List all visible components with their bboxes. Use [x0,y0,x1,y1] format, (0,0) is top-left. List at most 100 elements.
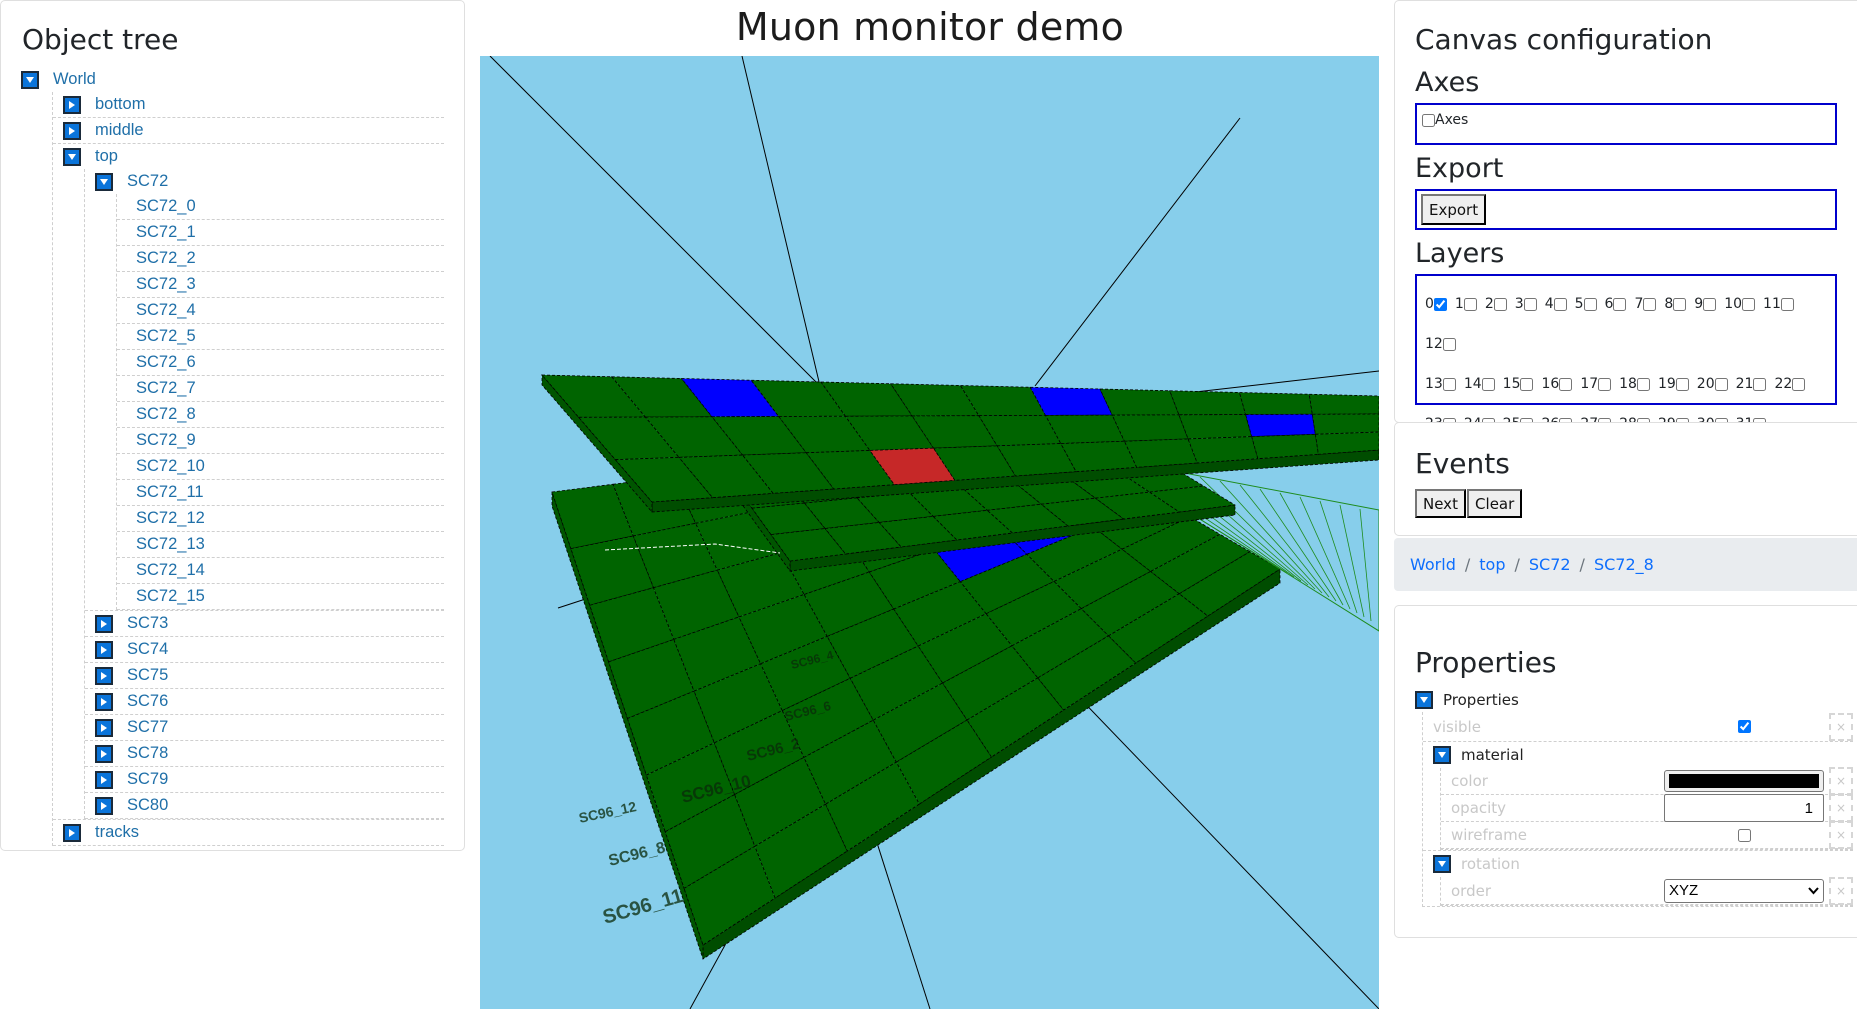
wireframe-checkbox[interactable] [1737,828,1751,842]
tree-node-label[interactable]: SC72 [127,172,168,191]
clear-events-button[interactable]: Clear [1467,489,1523,518]
layer-checkbox[interactable] [1780,297,1794,311]
tree-row[interactable]: World [21,67,444,92]
next-event-button[interactable]: Next [1415,489,1466,518]
expanded-toggle-icon[interactable] [1433,855,1451,873]
tree-row[interactable]: SC72_2 [117,246,444,271]
3d-scene[interactable]: SC96_12SC96_8SC96_10SC96_2SC96_4SC96_6SC… [480,56,1379,1009]
tree-leaf-label[interactable]: SC72_5 [136,327,196,346]
tree-row[interactable]: SC72_11 [117,480,444,505]
layer-checkbox[interactable] [1753,377,1767,391]
color-picker[interactable] [1664,770,1824,792]
clear-visible-icon[interactable]: × [1829,712,1853,741]
clear-order-icon[interactable]: × [1829,876,1853,905]
layer-checkbox[interactable] [1520,377,1534,391]
clear-color-icon[interactable]: × [1829,767,1853,795]
tree-row[interactable]: SC72_10 [117,454,444,479]
layer-checkbox[interactable] [1583,297,1597,311]
tree-row[interactable]: SC72_15 [117,584,444,609]
tree-row[interactable]: bottom [53,92,444,117]
visible-checkbox[interactable] [1737,720,1751,733]
breadcrumb-item[interactable]: World [1410,555,1456,574]
clear-opacity-icon[interactable]: × [1829,794,1853,822]
layer-checkbox[interactable] [1703,297,1717,311]
layer-checkbox[interactable] [1742,297,1756,311]
3d-viewport[interactable]: SC96_12 SC96_8 SC96_10 SC96_2 SC96_4 SC96_6 SC… [480,56,1379,1009]
tree-leaf-label[interactable]: SC72_8 [136,405,196,424]
axes-checkbox[interactable] [1422,114,1435,127]
tree-leaf-label[interactable]: SC72_15 [136,587,205,606]
layer-checkbox[interactable] [1636,377,1650,391]
collapsed-toggle-icon[interactable] [95,744,113,763]
layer-checkbox[interactable] [1523,297,1537,311]
layer-checkbox[interactable] [1481,377,1495,391]
tree-node-label[interactable]: SC80 [127,796,168,815]
tree-leaf-label[interactable]: SC72_0 [136,197,196,216]
layer-checkbox[interactable] [1792,377,1806,391]
tree-leaf-label[interactable]: SC72_4 [136,301,196,320]
tree-row[interactable]: SC72_9 [117,428,444,453]
layer-checkbox[interactable] [1675,377,1689,391]
tree-leaf-label[interactable]: SC72_11 [136,483,204,502]
layer-checkbox[interactable] [1442,377,1456,391]
collapsed-toggle-icon[interactable] [63,823,81,842]
tree-node-label[interactable]: SC75 [127,666,168,685]
tree-row[interactable]: SC72_5 [117,324,444,349]
tree-row[interactable]: SC72_14 [117,558,444,583]
tree-row[interactable]: SC72_4 [117,298,444,323]
layer-checkbox[interactable] [1673,297,1687,311]
tree-node-label[interactable]: SC79 [127,770,168,789]
tree-row[interactable]: top [53,144,444,169]
collapsed-toggle-icon[interactable] [95,614,113,633]
tree-row[interactable]: SC76 [85,689,444,714]
rotation-group-header[interactable]: rotation [1433,851,1853,877]
tree-row[interactable]: SC73 [85,611,444,636]
tree-row[interactable]: SC80 [85,793,444,818]
expanded-toggle-icon[interactable] [1415,691,1433,709]
tree-leaf-label[interactable]: SC72_2 [136,249,196,268]
tree-row[interactable]: SC72_6 [117,350,444,375]
tree-row[interactable]: SC72_12 [117,506,444,531]
tree-row[interactable]: SC72_1 [117,220,444,245]
tree-row[interactable]: middle [53,118,444,143]
tree-node-label[interactable]: SC76 [127,692,168,711]
expanded-toggle-icon[interactable] [21,70,39,89]
layer-checkbox[interactable] [1463,297,1477,311]
layer-checkbox[interactable] [1493,297,1507,311]
breadcrumb-item[interactable]: SC72_8 [1594,555,1654,574]
tree-row[interactable]: SC72_0 [117,194,444,219]
expanded-toggle-icon[interactable] [1433,746,1451,764]
tree-leaf-label[interactable]: SC72_10 [136,457,205,476]
collapsed-toggle-icon[interactable] [95,640,113,659]
material-group-header[interactable]: material [1433,742,1853,768]
tree-leaf-label[interactable]: SC72_12 [136,509,205,528]
collapsed-toggle-icon[interactable] [95,666,113,685]
breadcrumb-item[interactable]: top [1479,555,1505,574]
tree-row[interactable]: SC78 [85,741,444,766]
tree-leaf-label[interactable]: SC72_1 [136,223,196,242]
collapsed-toggle-icon[interactable] [95,718,113,737]
tree-node-label[interactable]: SC74 [127,640,168,659]
tree-row[interactable]: SC72_13 [117,532,444,557]
expanded-toggle-icon[interactable] [95,172,113,191]
tree-leaf-label[interactable]: SC72_7 [136,379,196,398]
order-select[interactable]: XYZ [1664,878,1824,903]
properties-group-header[interactable]: Properties [1415,688,1853,712]
clear-wireframe-icon[interactable]: × [1829,821,1853,849]
layer-checkbox[interactable] [1442,337,1456,351]
tree-leaf-label[interactable]: SC72_9 [136,431,196,450]
tree-node-label[interactable]: bottom [95,95,145,114]
tree-node-label[interactable]: middle [95,121,144,140]
collapsed-toggle-icon[interactable] [95,796,113,815]
layer-checkbox[interactable] [1598,377,1612,391]
layer-checkbox[interactable] [1433,297,1447,311]
tree-node-label[interactable]: SC73 [127,614,168,633]
tree-leaf-label[interactable]: SC72_6 [136,353,196,372]
tree-node-label[interactable]: top [95,147,118,166]
export-button[interactable]: Export [1421,194,1487,225]
tree-row[interactable]: SC72_8 [117,402,444,427]
breadcrumb-item[interactable]: SC72 [1529,555,1571,574]
tree-row[interactable]: SC77 [85,715,444,740]
collapsed-toggle-icon[interactable] [95,692,113,711]
tree-row[interactable]: SC74 [85,637,444,662]
